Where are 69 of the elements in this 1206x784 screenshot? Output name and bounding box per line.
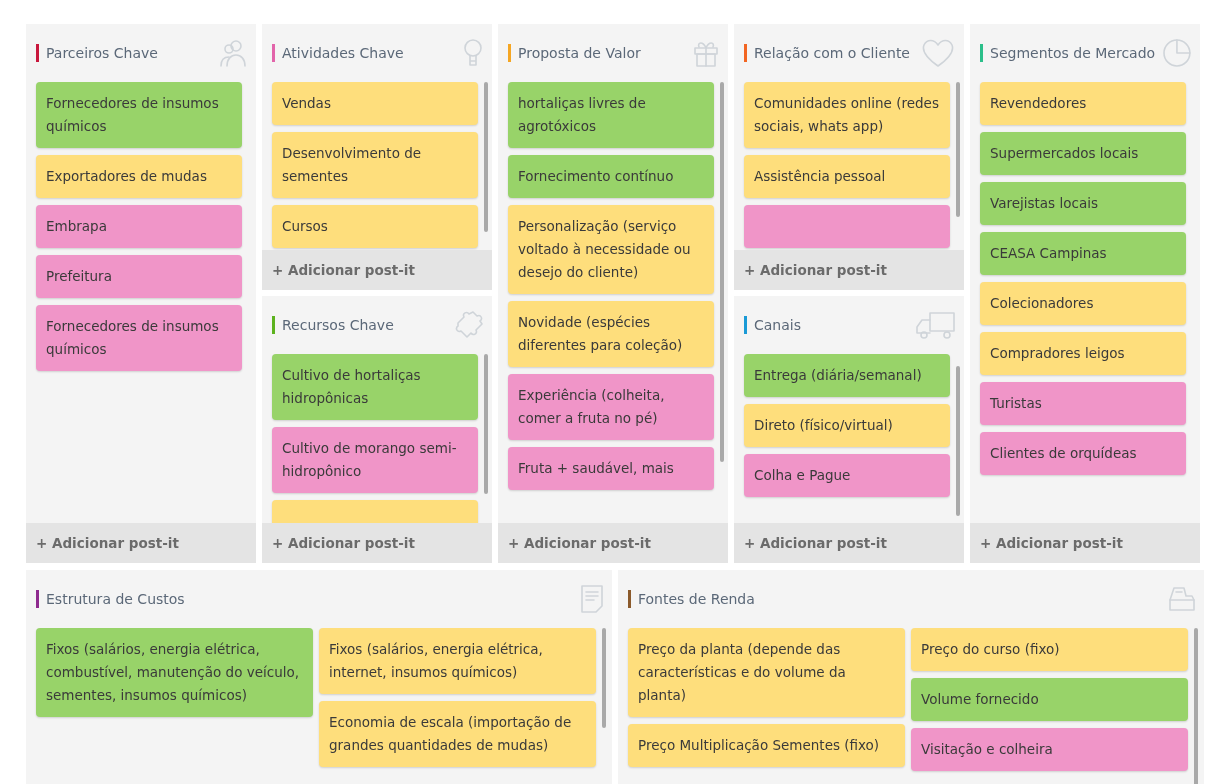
sticky-note[interactable]: Cursos bbox=[272, 205, 478, 248]
add-note-button[interactable]: + Adicionar post-it bbox=[262, 523, 492, 563]
scrollbar[interactable] bbox=[956, 366, 960, 516]
sticky-note[interactable]: Fixos (salários, energia elétrica, internet, insumos químicos) bbox=[319, 628, 596, 694]
add-note-button[interactable]: + Adicionar post-it bbox=[734, 250, 964, 290]
add-note-button[interactable]: + Adicionar post-it bbox=[970, 523, 1200, 563]
sticky-note[interactable]: Fixos (salários, energia elétrica, combustível, manutenção do veículo, sementes, insumos químicos) bbox=[36, 628, 313, 717]
panel-title: Canais bbox=[754, 317, 802, 333]
sticky-note[interactable]: Volume fornecido bbox=[911, 678, 1188, 721]
sticky-note[interactable]: Compradores leigos bbox=[980, 332, 1186, 375]
scrollbar[interactable] bbox=[602, 628, 606, 728]
sticky-note[interactable]: hortaliças livres de agrotóxicos bbox=[508, 82, 714, 148]
sticky-note[interactable]: Cultivo de hortaliças hidropônicas bbox=[272, 354, 478, 420]
sticky-note[interactable]: Entrega (diária/semanal) bbox=[744, 354, 950, 397]
sticky-note[interactable]: Desenvolvimento de sementes bbox=[272, 132, 478, 198]
panel-title: Proposta de Valor bbox=[518, 45, 642, 61]
sticky-note[interactable]: Cultivo de morango semi-hidropônico bbox=[272, 427, 478, 493]
panel-title: Parceiros Chave bbox=[46, 45, 159, 61]
sticky-note[interactable]: Assistência pessoal bbox=[744, 155, 950, 198]
sticky-note[interactable]: Visitação e colheira bbox=[911, 728, 1188, 771]
panel-title: Recursos Chave bbox=[282, 317, 395, 333]
panel-title: Atividades Chave bbox=[282, 45, 405, 61]
sticky-note[interactable]: Fornecedores de insumos químicos bbox=[36, 305, 242, 371]
add-note-button[interactable]: + Adicionar post-it bbox=[498, 523, 728, 563]
sticky-note[interactable]: Colha e Pague bbox=[744, 454, 950, 497]
puzzle-icon bbox=[454, 311, 484, 339]
sticky-note[interactable]: Fornecimento contínuo bbox=[508, 155, 714, 198]
heart-icon bbox=[920, 38, 956, 68]
sticky-note[interactable]: Exportadores de mudas bbox=[36, 155, 242, 198]
sticky-note[interactable]: Revendedores bbox=[980, 82, 1186, 125]
sticky-note[interactable]: Novidade (espécies diferentes para coleção) bbox=[508, 301, 714, 367]
scrollbar[interactable] bbox=[484, 82, 488, 232]
sticky-note[interactable]: Fruta + saudável, mais bbox=[508, 447, 714, 490]
sticky-note[interactable]: Experiência (colheita, comer a fruta no pé) bbox=[508, 374, 714, 440]
sticky-note[interactable]: Vendas bbox=[272, 82, 478, 125]
sticky-note[interactable]: Supermercados locais bbox=[980, 132, 1186, 175]
sticky-note[interactable]: Preço da planta (depende das características e do volume da planta) bbox=[628, 628, 905, 717]
scrollbar[interactable] bbox=[956, 82, 960, 217]
pie-chart-icon bbox=[1162, 38, 1192, 68]
lightbulb-icon bbox=[462, 38, 484, 68]
panel-title: Relação com o Cliente bbox=[754, 45, 911, 61]
sticky-note[interactable]: Personalização (serviço voltado à necessidade ou desejo do cliente) bbox=[508, 205, 714, 294]
sticky-note[interactable]: Preço do curso (fixo) bbox=[911, 628, 1188, 671]
truck-icon bbox=[914, 310, 956, 340]
sticky-note[interactable]: Clientes de orquídeas bbox=[980, 432, 1186, 475]
sticky-note[interactable]: Turistas bbox=[980, 382, 1186, 425]
document-icon bbox=[580, 584, 604, 614]
people-icon bbox=[218, 38, 248, 68]
add-note-button[interactable]: + Adicionar post-it bbox=[262, 250, 492, 290]
panel-title: Fontes de Renda bbox=[638, 591, 756, 607]
scrollbar[interactable] bbox=[484, 354, 488, 494]
panel-title: Estrutura de Custos bbox=[46, 591, 186, 607]
sticky-note[interactable]: Direto (físico/virtual) bbox=[744, 404, 950, 447]
panel-title: Segmentos de Mercado bbox=[990, 45, 1156, 61]
sticky-note[interactable]: Embrapa bbox=[36, 205, 242, 248]
sticky-note[interactable]: Prefeitura bbox=[36, 255, 242, 298]
sticky-note[interactable]: Fornecedores de insumos químicos bbox=[36, 82, 242, 148]
cash-register-icon bbox=[1166, 584, 1196, 614]
scrollbar[interactable] bbox=[1194, 628, 1198, 784]
sticky-note[interactable] bbox=[744, 205, 950, 248]
scrollbar[interactable] bbox=[720, 82, 724, 462]
sticky-note[interactable]: Varejistas locais bbox=[980, 182, 1186, 225]
sticky-note[interactable]: Preço Multiplicação Sementes (fixo) bbox=[628, 724, 905, 767]
add-note-button[interactable]: + Adicionar post-it bbox=[26, 523, 256, 563]
sticky-note[interactable]: Economia de escala (importação de grandes quantidades de mudas) bbox=[319, 701, 596, 767]
sticky-note[interactable]: CEASA Campinas bbox=[980, 232, 1186, 275]
sticky-note[interactable]: Colecionadores bbox=[980, 282, 1186, 325]
sticky-note[interactable]: Comunidades online (redes sociais, whats app) bbox=[744, 82, 950, 148]
add-note-button[interactable]: + Adicionar post-it bbox=[734, 523, 964, 563]
